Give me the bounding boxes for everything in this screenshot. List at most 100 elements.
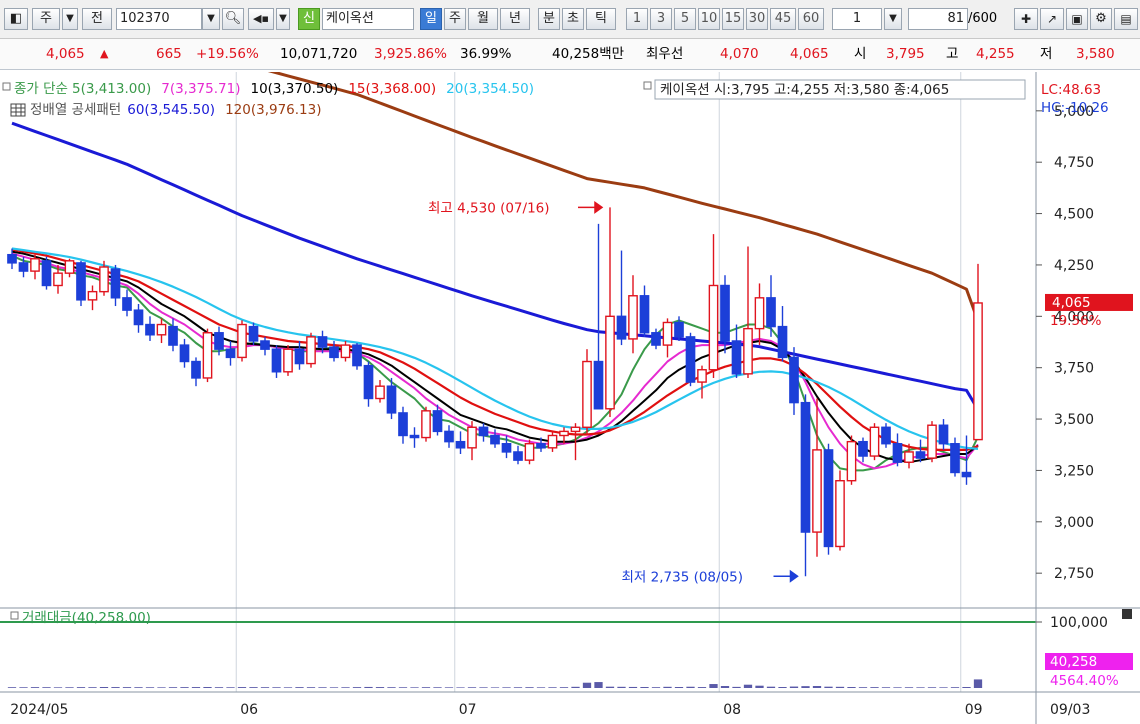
- pattern-legend: 정배열 공세패턴 60(3,545.50) 120(3,976.13): [30, 102, 322, 118]
- candle-body: [639, 295, 650, 334]
- market-dropdown-icon[interactable]: ▼: [62, 8, 78, 30]
- crosshair-icon[interactable]: ✚: [1014, 8, 1038, 30]
- volume-bar: [398, 687, 408, 688]
- x-tick-label: 08: [723, 702, 741, 718]
- table-icon[interactable]: [10, 103, 26, 117]
- period-week-tab[interactable]: 주: [444, 8, 466, 30]
- multiplier-input[interactable]: 1: [832, 8, 882, 30]
- search-icon[interactable]: 🔍︎: [222, 8, 244, 30]
- candle-body: [708, 284, 719, 371]
- ohlc-legend: 케이옥션 시:3,795 고:4,255 저:3,580 종:4,065: [660, 82, 949, 98]
- period-year-tab[interactable]: 년: [500, 8, 530, 30]
- code-dropdown-icon[interactable]: ▼: [202, 8, 220, 30]
- speaker-dropdown-icon[interactable]: ▼: [276, 8, 290, 30]
- best-ask-label: 최우선: [646, 46, 684, 62]
- candle-body: [237, 323, 247, 359]
- stock-code-input[interactable]: 102370: [116, 8, 202, 30]
- volume-bar: [283, 687, 293, 688]
- candle-body: [858, 440, 868, 457]
- candle-body: [892, 443, 903, 463]
- panel-toggle-icon[interactable]: ▤: [1114, 8, 1138, 30]
- volume-panel-close-icon[interactable]: [1122, 609, 1132, 619]
- speaker-icon[interactable]: ◀▪: [248, 8, 274, 30]
- volume-ratio: 3,925.86%: [374, 46, 447, 62]
- volume-bar: [65, 687, 74, 688]
- volume-bar: [456, 687, 465, 688]
- candle-body: [662, 321, 673, 346]
- trendline-icon[interactable]: ↗: [1040, 8, 1064, 30]
- volume-bar: [582, 682, 592, 688]
- interval-45-button[interactable]: 45: [770, 8, 796, 30]
- volume-bar: [364, 686, 373, 688]
- turnover-ratio: 36.99%: [460, 46, 512, 62]
- window-icon[interactable]: ◧: [4, 8, 28, 30]
- save-icon[interactable]: ▣: [1066, 8, 1088, 30]
- period-year-label: 년: [509, 11, 521, 26]
- trade-volume: 10,071,720: [280, 46, 358, 62]
- gear-icon[interactable]: ⚙: [1090, 8, 1112, 30]
- interval-10-button[interactable]: 10: [698, 8, 720, 30]
- new-listing-badge: 신: [298, 8, 320, 30]
- price-chart[interactable]: 2024/05 06 07 08 09 09/03 2,750 3,000 3,250 3,500…: [0, 72, 1140, 724]
- candle-body: [179, 344, 190, 363]
- low-label: 저: [1040, 46, 1053, 62]
- candle-body: [421, 410, 431, 439]
- y-tick-label: 4,250: [1054, 258, 1094, 274]
- new-badge-label: 신: [303, 11, 315, 26]
- period-second-label: 초: [567, 11, 579, 26]
- page-count-input[interactable]: 81: [908, 8, 968, 30]
- interval-30-button[interactable]: 30: [746, 8, 768, 30]
- candle-body: [340, 344, 351, 359]
- interval-1-button[interactable]: 1: [626, 8, 648, 30]
- volume-bar: [53, 687, 63, 688]
- candle-body: [398, 412, 408, 437]
- candle-body: [559, 430, 569, 437]
- interval-45-label: 45: [774, 11, 792, 26]
- market-select[interactable]: 주: [32, 8, 60, 30]
- interval-15-label: 15: [724, 11, 742, 26]
- candle-body: [99, 266, 109, 293]
- period-day-label: 일: [425, 11, 437, 26]
- period-second-tab[interactable]: 초: [562, 8, 584, 30]
- interval-3-button[interactable]: 3: [650, 8, 672, 30]
- volume-bar: [387, 687, 396, 688]
- x-tick-label: 06: [240, 702, 258, 718]
- period-month-label: 월: [477, 11, 489, 26]
- period-month-tab[interactable]: 월: [468, 8, 498, 30]
- volume-bar: [835, 686, 845, 688]
- candle-body: [386, 385, 397, 414]
- open-label: 시: [854, 46, 867, 62]
- candle-body: [110, 268, 121, 299]
- interval-15-button[interactable]: 15: [722, 8, 744, 30]
- stock-name-field[interactable]: 케이옥션: [322, 8, 414, 30]
- candle-body: [76, 262, 86, 301]
- volume-bar: [214, 687, 224, 688]
- candle-body: [800, 401, 811, 533]
- candle-body: [317, 336, 328, 348]
- candle-body: [593, 360, 604, 410]
- open-price: 3,795: [886, 46, 925, 62]
- period-day-tab[interactable]: 일: [420, 8, 442, 30]
- interval-60-button[interactable]: 60: [798, 8, 824, 30]
- volume-bar: [203, 687, 212, 688]
- interval-5-button[interactable]: 5: [674, 8, 696, 30]
- volume-bar: [651, 687, 661, 688]
- candle-body: [616, 315, 627, 340]
- chart-app: ◧ 주 ▼ 전 102370 ▼ 🔍︎ ◀▪ ▼ 신 케이옥션 일 주 월 년 …: [0, 0, 1140, 724]
- period-minute-tab[interactable]: 분: [538, 8, 560, 30]
- volume-bar: [789, 686, 799, 688]
- candle-body: [524, 443, 535, 461]
- candle-body: [570, 426, 581, 433]
- interval-60-label: 60: [802, 11, 820, 26]
- period-tick-tab[interactable]: 틱: [586, 8, 616, 30]
- multiplier-dropdown-icon[interactable]: ▼: [884, 8, 902, 30]
- volume-bar: [467, 687, 477, 688]
- volume-bar: [30, 687, 40, 688]
- interval-10-label: 10: [700, 11, 718, 26]
- y-tick-label: 4,750: [1054, 155, 1094, 171]
- current-price-tag-pct: 19.56%: [1050, 313, 1102, 329]
- period-week-label: 주: [449, 11, 461, 26]
- candle-body: [122, 297, 132, 311]
- candle-body: [697, 369, 707, 383]
- range-select[interactable]: 전: [82, 8, 112, 30]
